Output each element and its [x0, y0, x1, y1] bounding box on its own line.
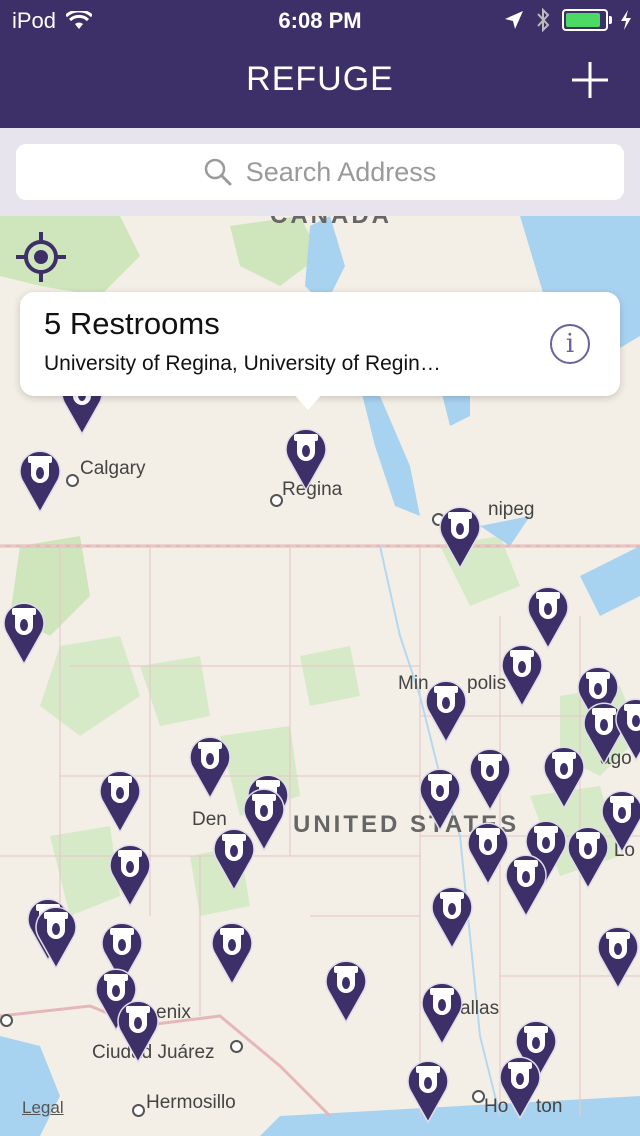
battery-icon [562, 9, 612, 31]
city-dot-calgary [66, 474, 79, 487]
info-button[interactable]: i [550, 324, 590, 364]
charging-icon [621, 10, 631, 30]
restroom-pin[interactable] [594, 920, 640, 990]
restroom-pin[interactable] [208, 916, 256, 986]
restroom-pin[interactable] [0, 596, 48, 666]
map-label-winnipeg: nipeg [488, 499, 535, 520]
restroom-pin[interactable] [16, 444, 64, 514]
restroom-pin[interactable] [96, 764, 144, 834]
add-button[interactable] [572, 62, 608, 98]
location-arrow-icon [505, 11, 523, 29]
restroom-callout[interactable]: 5 Restrooms University of Regina, Univer… [20, 292, 620, 410]
legal-link[interactable]: Legal [22, 1098, 64, 1118]
callout-arrow [292, 392, 324, 410]
restroom-pin[interactable] [418, 976, 466, 1046]
map-label-calgary: Calgary [80, 458, 146, 479]
bluetooth-icon [537, 8, 550, 32]
restroom-pin[interactable] [436, 500, 484, 570]
restroom-pin[interactable] [114, 994, 162, 1064]
restroom-pin[interactable] [496, 1050, 544, 1120]
map-label-canada: CANADA [270, 216, 392, 230]
restroom-pin[interactable] [404, 1054, 452, 1124]
nav-title: REFUGE [246, 60, 394, 98]
restroom-pin[interactable] [502, 848, 550, 918]
restroom-pin[interactable] [498, 638, 546, 708]
restroom-pin[interactable] [416, 762, 464, 832]
city-dot-west [0, 1014, 13, 1027]
city-dot-ciudad-juarez [230, 1040, 243, 1053]
restroom-pin[interactable] [322, 954, 370, 1024]
restroom-pin[interactable] [282, 422, 330, 492]
header: iPod 6:08 PM REFUGE [0, 0, 640, 128]
restroom-pin[interactable] [612, 692, 640, 762]
restroom-pin[interactable] [540, 740, 588, 810]
status-right [504, 8, 632, 32]
restroom-pin[interactable] [106, 838, 154, 908]
city-dot-hermosillo [132, 1104, 145, 1117]
search-icon [204, 158, 232, 186]
status-bar: iPod 6:08 PM [0, 0, 640, 40]
map-label-hermosillo: Hermosillo [146, 1092, 236, 1113]
callout-subtitle: University of Regina, University of Regi… [44, 352, 441, 375]
restroom-pin[interactable] [422, 674, 470, 744]
callout-title: 5 Restrooms [44, 306, 220, 341]
restroom-pin[interactable] [564, 820, 612, 890]
restroom-pin[interactable] [210, 822, 258, 892]
search-input[interactable]: Search Address [16, 144, 624, 200]
locate-me-button[interactable] [16, 232, 66, 282]
search-bar: Search Address [0, 128, 640, 216]
restroom-pin[interactable] [186, 730, 234, 800]
map-view[interactable]: CANADA UNITED STATES Calgary Regina nipe… [0, 216, 640, 1136]
restroom-pin[interactable] [32, 900, 80, 970]
search-placeholder: Search Address [245, 156, 437, 187]
restroom-pin[interactable] [466, 742, 514, 812]
restroom-pin[interactable] [428, 880, 476, 950]
